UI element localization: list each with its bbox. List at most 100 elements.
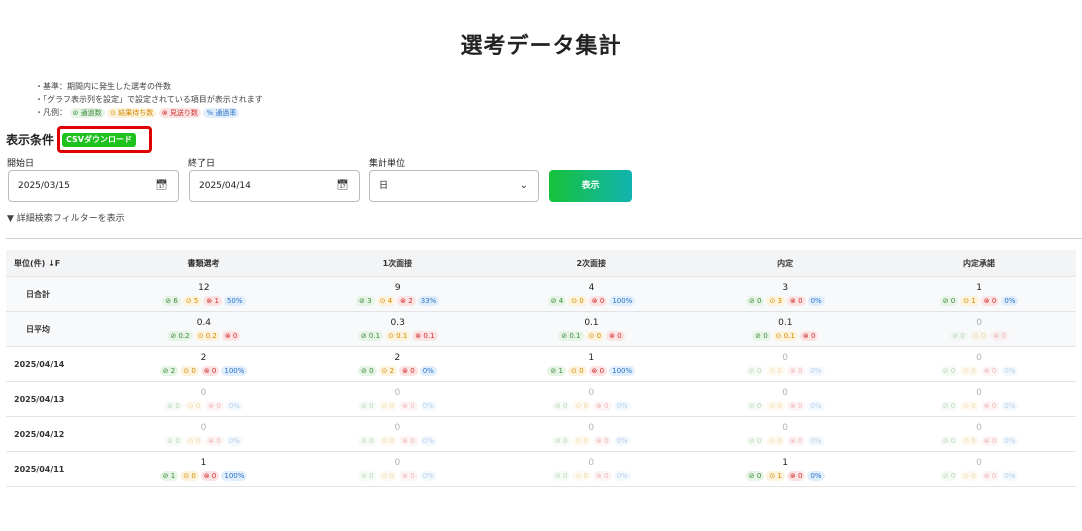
table-row: 2025/04/13 0 ⊘ 0 ⊙ 0 ⊗ 0 0% 0 ⊘ 0 ⊙ 0 ⊗ 0 0% 0 ⊘ 0 ⊙ … bbox=[6, 382, 1076, 417]
decline-count-badge: ⊗ 0 bbox=[200, 470, 220, 481]
badge-value: 0 bbox=[389, 401, 395, 410]
badge-value: 0 bbox=[583, 401, 588, 410]
pass-count-badge: ⊘ 1 bbox=[159, 470, 179, 481]
cell-pills: ⊘ 1 ⊙ 0 ⊗ 0 100% bbox=[107, 470, 301, 481]
pass-rate-badge: 33% bbox=[417, 295, 440, 306]
badge-value: 0 bbox=[777, 366, 782, 375]
decline-count-badge: ⊗ 0 bbox=[980, 365, 1000, 376]
badge-value: 100% bbox=[224, 471, 245, 480]
badge-value: 0 bbox=[211, 471, 217, 480]
decline-count-badge: ⊗ 0 bbox=[593, 400, 612, 411]
cell-pills: ⊘ 0 ⊙ 0 ⊗ 0 0% bbox=[882, 365, 1076, 376]
cell-pills: ⊘ 0 ⊙ 0 ⊗ 0 0% bbox=[107, 400, 301, 411]
unit-select[interactable]: 日 ⌄ bbox=[369, 170, 539, 202]
pass-rate-badge: 0% bbox=[1001, 400, 1019, 411]
pass-rate-badge: 0% bbox=[613, 435, 631, 446]
pass-count-icon: ⊘ bbox=[167, 436, 176, 445]
csv-download-button[interactable]: CSVダウンロード bbox=[62, 133, 136, 147]
cell-total: 1 bbox=[976, 282, 982, 293]
cell-total: 0 bbox=[200, 422, 207, 433]
cell-pills: ⊘ 0 ⊙ 0 ⊗ 0 0% bbox=[494, 470, 688, 481]
decline-count-icon: ⊗ bbox=[802, 331, 811, 340]
badge-value: 0 bbox=[562, 471, 568, 480]
pass-count-icon: ⊘ bbox=[554, 471, 563, 480]
table-cell: 0 ⊘ 0 ⊙ 0 ⊗ 0 0% bbox=[688, 423, 882, 446]
detail-filter-toggle[interactable]: ▼ 詳細検索フィルターを表示 bbox=[7, 211, 125, 224]
badge-value: 0% bbox=[810, 296, 822, 305]
table-cell: 0 ⊘ 0 ⊙ 0 ⊗ 0 0% bbox=[107, 423, 301, 446]
badge-value: 0 bbox=[971, 366, 976, 375]
badge-value: 0 bbox=[562, 401, 568, 410]
badge-value: 0% bbox=[422, 436, 434, 445]
pass-count-icon: ⊘ bbox=[360, 331, 369, 340]
cell-pills: ⊘ 0 ⊙ 1 ⊗ 0 0% bbox=[882, 295, 1076, 306]
pass-count-icon: ⊘ bbox=[167, 401, 176, 410]
decline-count-badge: ⊗ 1 bbox=[203, 295, 222, 306]
calendar-icon[interactable]: 📅︎ bbox=[336, 171, 349, 201]
wait-count-icon: ⊙ bbox=[381, 436, 390, 445]
cell-pills: ⊘ 0 ⊙ 1 ⊗ 0 0% bbox=[688, 470, 882, 481]
decline-count-badge: ⊗ 0 bbox=[990, 330, 1009, 341]
pass-count-badge: ⊘ 0 bbox=[551, 435, 571, 446]
decline-count-badge: ⊗ 0 bbox=[593, 470, 612, 481]
cell-pills: ⊘ 0 ⊙ 0 ⊗ 0 0% bbox=[688, 400, 882, 411]
badge-value: 2 bbox=[389, 366, 395, 375]
pass-rate-badge: 100% bbox=[609, 365, 636, 376]
wait-count-badge: ⊙ 0 bbox=[585, 330, 605, 341]
cell-total: 12 bbox=[198, 282, 210, 293]
unit-sort-header[interactable]: 単位(件) ↓F bbox=[6, 258, 107, 269]
wait-count-badge: ⊙ 0 bbox=[960, 435, 979, 446]
badge-value: 2 bbox=[170, 366, 176, 375]
wait-count-badge: ⊙ 0 bbox=[960, 365, 979, 376]
pass-count-icon: ⊘ bbox=[942, 471, 951, 480]
pass-count-icon: ⊘ bbox=[942, 436, 951, 445]
badge-value: 0 bbox=[369, 436, 374, 445]
decline-count-badge: ⊗ 0 bbox=[399, 400, 418, 411]
decline-count-icon: ⊗ bbox=[789, 366, 798, 375]
conditions-heading: 表示条件 bbox=[6, 133, 55, 147]
badge-value: 0 bbox=[583, 436, 588, 445]
decline-count-icon: ⊗ bbox=[224, 331, 233, 340]
decline-count-icon: ⊗ bbox=[983, 436, 992, 445]
pass-count-badge: ⊘ 0 bbox=[939, 435, 959, 446]
badge-value: 0 bbox=[756, 366, 762, 375]
wait-count-icon: ⊙ bbox=[775, 331, 784, 340]
wait-count-icon: ⊙ bbox=[381, 401, 390, 410]
wait-count-icon: ⊙ bbox=[575, 401, 584, 410]
table-row: 2025/04/14 2 ⊘ 2 ⊙ 0 ⊗ 0 100% 2 ⊘ 0 ⊙ 2 ⊗ 0 0% 1 ⊘ 1… bbox=[6, 347, 1076, 382]
wait-count-badge: ⊙ 0 bbox=[766, 365, 785, 376]
pass-rate-badge: 0% bbox=[419, 365, 437, 376]
end-date-value: 2025/04/14 bbox=[199, 181, 251, 191]
wait-count-badge: ⊙ 0 bbox=[567, 365, 587, 376]
wait-count-badge: ⊙ 0 bbox=[184, 400, 204, 411]
wait-count-badge: ⊙ 0 bbox=[766, 400, 785, 411]
note-legend: ・凡例： ⊘ 通過数 ⊙ 結果待ち数 ⊗ 見送り数 % 通過率 bbox=[35, 106, 263, 119]
badge-value: 0 bbox=[777, 401, 782, 410]
badge-value: 0 bbox=[971, 401, 976, 410]
show-button[interactable]: 表示 bbox=[549, 170, 632, 202]
start-date-label: 開始日 bbox=[7, 159, 35, 169]
badge-value: 0 bbox=[991, 366, 997, 375]
badge-value: 0 bbox=[797, 401, 803, 410]
badge-value: 0% bbox=[422, 401, 434, 410]
table-cell: 3 ⊘ 0 ⊙ 3 ⊗ 0 0% bbox=[688, 283, 882, 306]
pass-count-badge: ⊘ 0 bbox=[939, 400, 959, 411]
start-date-input[interactable]: 2025/03/15 📅︎ bbox=[8, 170, 179, 202]
cell-pills: ⊘ 0 ⊙ 0 ⊗ 0 0% bbox=[300, 435, 494, 446]
pass-count-icon: ⊘ bbox=[748, 471, 757, 480]
cell-total: 0 bbox=[976, 457, 982, 468]
pass-count-icon: ⊘ bbox=[554, 436, 563, 445]
wait-count-icon: ⊙ bbox=[185, 296, 194, 305]
decline-count-badge: ⊗ 2 bbox=[397, 295, 416, 306]
badge-value: 100% bbox=[612, 366, 633, 375]
table-cell: 1 ⊘ 0 ⊙ 1 ⊗ 0 0% bbox=[688, 458, 882, 481]
cell-pills: ⊘ 0 ⊙ 0 ⊗ 0 0% bbox=[494, 435, 688, 446]
end-date-input[interactable]: 2025/04/14 📅︎ bbox=[189, 170, 360, 202]
decline-count-badge: ⊗ 0 bbox=[786, 365, 806, 376]
row-label: 2025/04/13 bbox=[14, 394, 65, 404]
badge-value: 0 bbox=[583, 471, 588, 480]
cell-total: 2 bbox=[394, 352, 401, 363]
decline-count-icon: ⊗ bbox=[983, 296, 992, 305]
pass-rate-badge: 0% bbox=[613, 470, 631, 481]
calendar-icon[interactable]: 📅︎ bbox=[155, 171, 168, 201]
